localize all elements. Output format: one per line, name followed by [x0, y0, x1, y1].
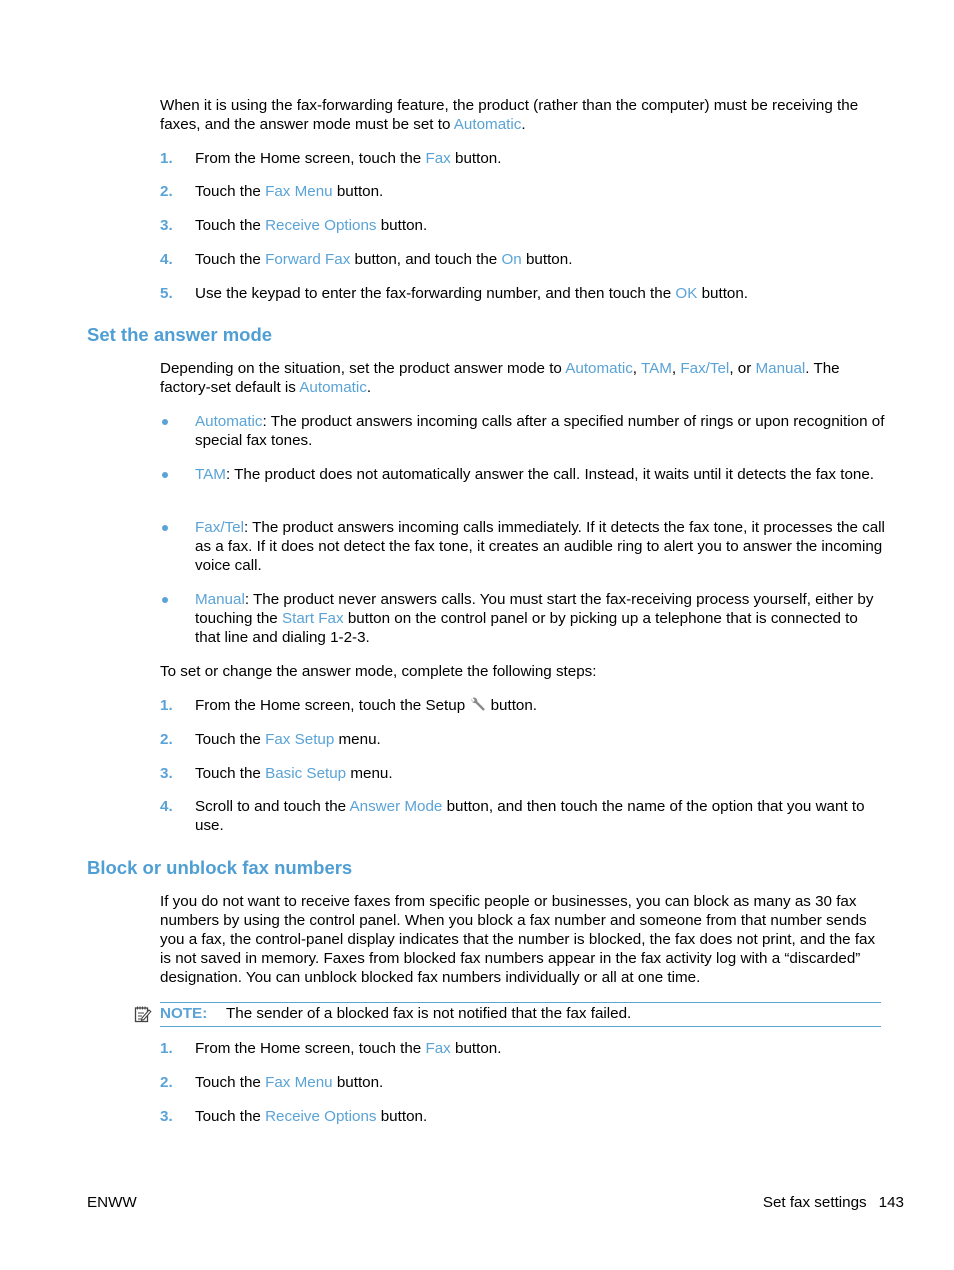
note-rule-top — [160, 1002, 881, 1003]
note-icon — [134, 1006, 152, 1023]
block-step-3: 3. Touch the Receive Options button. — [160, 1108, 428, 1125]
step-number: 4. — [160, 251, 173, 268]
fax-setup-link[interactable]: Fax Setup — [265, 731, 334, 748]
manual-page: When it is using the fax-forwarding feat… — [0, 0, 954, 1270]
footer-section: Set fax settings 143 — [763, 1193, 904, 1212]
tam-link[interactable]: TAM — [641, 360, 672, 377]
answer-step-2: 2. Touch the Fax Setup menu. — [160, 731, 381, 748]
automatic-link[interactable]: Automatic — [454, 116, 522, 133]
bullet-fax-tel: Fax/Tel: The product answers incoming ca… — [160, 518, 885, 575]
footer-locale: ENWW — [87, 1194, 137, 1211]
bullet-tam: TAM: The product does not automatically … — [160, 465, 885, 484]
fax-menu-link[interactable]: Fax Menu — [265, 1074, 333, 1091]
fax-link[interactable]: Fax — [425, 150, 450, 167]
tam-link[interactable]: TAM — [195, 466, 226, 483]
note-rule-bottom — [160, 1026, 881, 1027]
forward-step-5: 5. Use the keypad to enter the fax-forwa… — [160, 285, 749, 302]
step-number: 2. — [160, 1074, 173, 1091]
fax-tel-link[interactable]: Fax/Tel — [680, 360, 729, 377]
note-box: NOTE: The sender of a blocked fax is not… — [134, 1002, 881, 1027]
step-number: 1. — [160, 1040, 173, 1057]
block-step-1: 1. From the Home screen, touch the Fax b… — [160, 1040, 502, 1057]
bullet-automatic: Automatic: The product answers incoming … — [160, 412, 885, 450]
wrench-icon — [472, 697, 485, 711]
manual-link[interactable]: Manual — [195, 591, 245, 608]
step-number: 4. — [160, 798, 173, 815]
answer-step-3: 3. Touch the Basic Setup menu. — [160, 765, 393, 782]
answer-step-4: 4. Scroll to and touch the Answer Mode b… — [160, 798, 865, 834]
fax-menu-link[interactable]: Fax Menu — [265, 183, 333, 200]
intro-paragraph: When it is using the fax-forwarding feat… — [160, 97, 859, 133]
step-number: 5. — [160, 285, 173, 302]
bullet-icon — [162, 525, 168, 531]
on-link[interactable]: On — [501, 251, 521, 268]
step-number: 3. — [160, 217, 173, 234]
note-text: The sender of a blocked fax is not notif… — [226, 1005, 632, 1022]
forward-step-4: 4. Touch the Forward Fax button, and tou… — [160, 251, 573, 268]
automatic-link[interactable]: Automatic — [565, 360, 633, 377]
step-number: 2. — [160, 731, 173, 748]
step-number: 2. — [160, 183, 173, 200]
answer-step-1: 1. From the Home screen, touch the Setup… — [160, 697, 538, 714]
block-intro: If you do not want to receive faxes from… — [160, 893, 876, 986]
ok-link[interactable]: OK — [675, 285, 697, 302]
page-number: 143 — [878, 1194, 904, 1211]
step-number: 3. — [160, 765, 173, 782]
bullet-icon — [162, 472, 168, 478]
forward-step-3: 3. Touch the Receive Options button. — [160, 217, 428, 234]
section-heading-block-numbers: Block or unblock fax numbers — [87, 857, 353, 878]
automatic-link[interactable]: Automatic — [195, 413, 263, 430]
answer-mode-intro: Depending on the situation, set the prod… — [160, 360, 840, 396]
block-step-2: 2. Touch the Fax Menu button. — [160, 1074, 384, 1091]
answer-mode-steps-intro: To set or change the answer mode, comple… — [160, 663, 597, 680]
start-fax-link[interactable]: Start Fax — [282, 610, 344, 627]
bullet-icon — [162, 597, 168, 603]
forward-step-2: 2. Touch the Fax Menu button. — [160, 183, 384, 200]
receive-options-link[interactable]: Receive Options — [265, 1108, 376, 1125]
receive-options-link[interactable]: Receive Options — [265, 217, 376, 234]
step-number: 1. — [160, 150, 173, 167]
note-label: NOTE: — [160, 1005, 208, 1022]
basic-setup-link[interactable]: Basic Setup — [265, 765, 346, 782]
answer-mode-link[interactable]: Answer Mode — [350, 798, 443, 815]
fax-link[interactable]: Fax — [425, 1040, 450, 1057]
fax-tel-link[interactable]: Fax/Tel — [195, 519, 244, 536]
manual-link[interactable]: Manual — [755, 360, 805, 377]
bullet-manual: Manual: The product never answers calls.… — [160, 590, 885, 647]
forward-fax-link[interactable]: Forward Fax — [265, 251, 350, 268]
automatic-link[interactable]: Automatic — [299, 379, 367, 396]
section-heading-answer-mode: Set the answer mode — [87, 324, 273, 345]
bullet-icon — [162, 419, 168, 425]
step-number: 1. — [160, 697, 173, 714]
step-number: 3. — [160, 1108, 173, 1125]
forward-step-1: 1. From the Home screen, touch the Fax b… — [160, 150, 502, 167]
footer-section-title: Set fax settings — [762, 1194, 867, 1211]
